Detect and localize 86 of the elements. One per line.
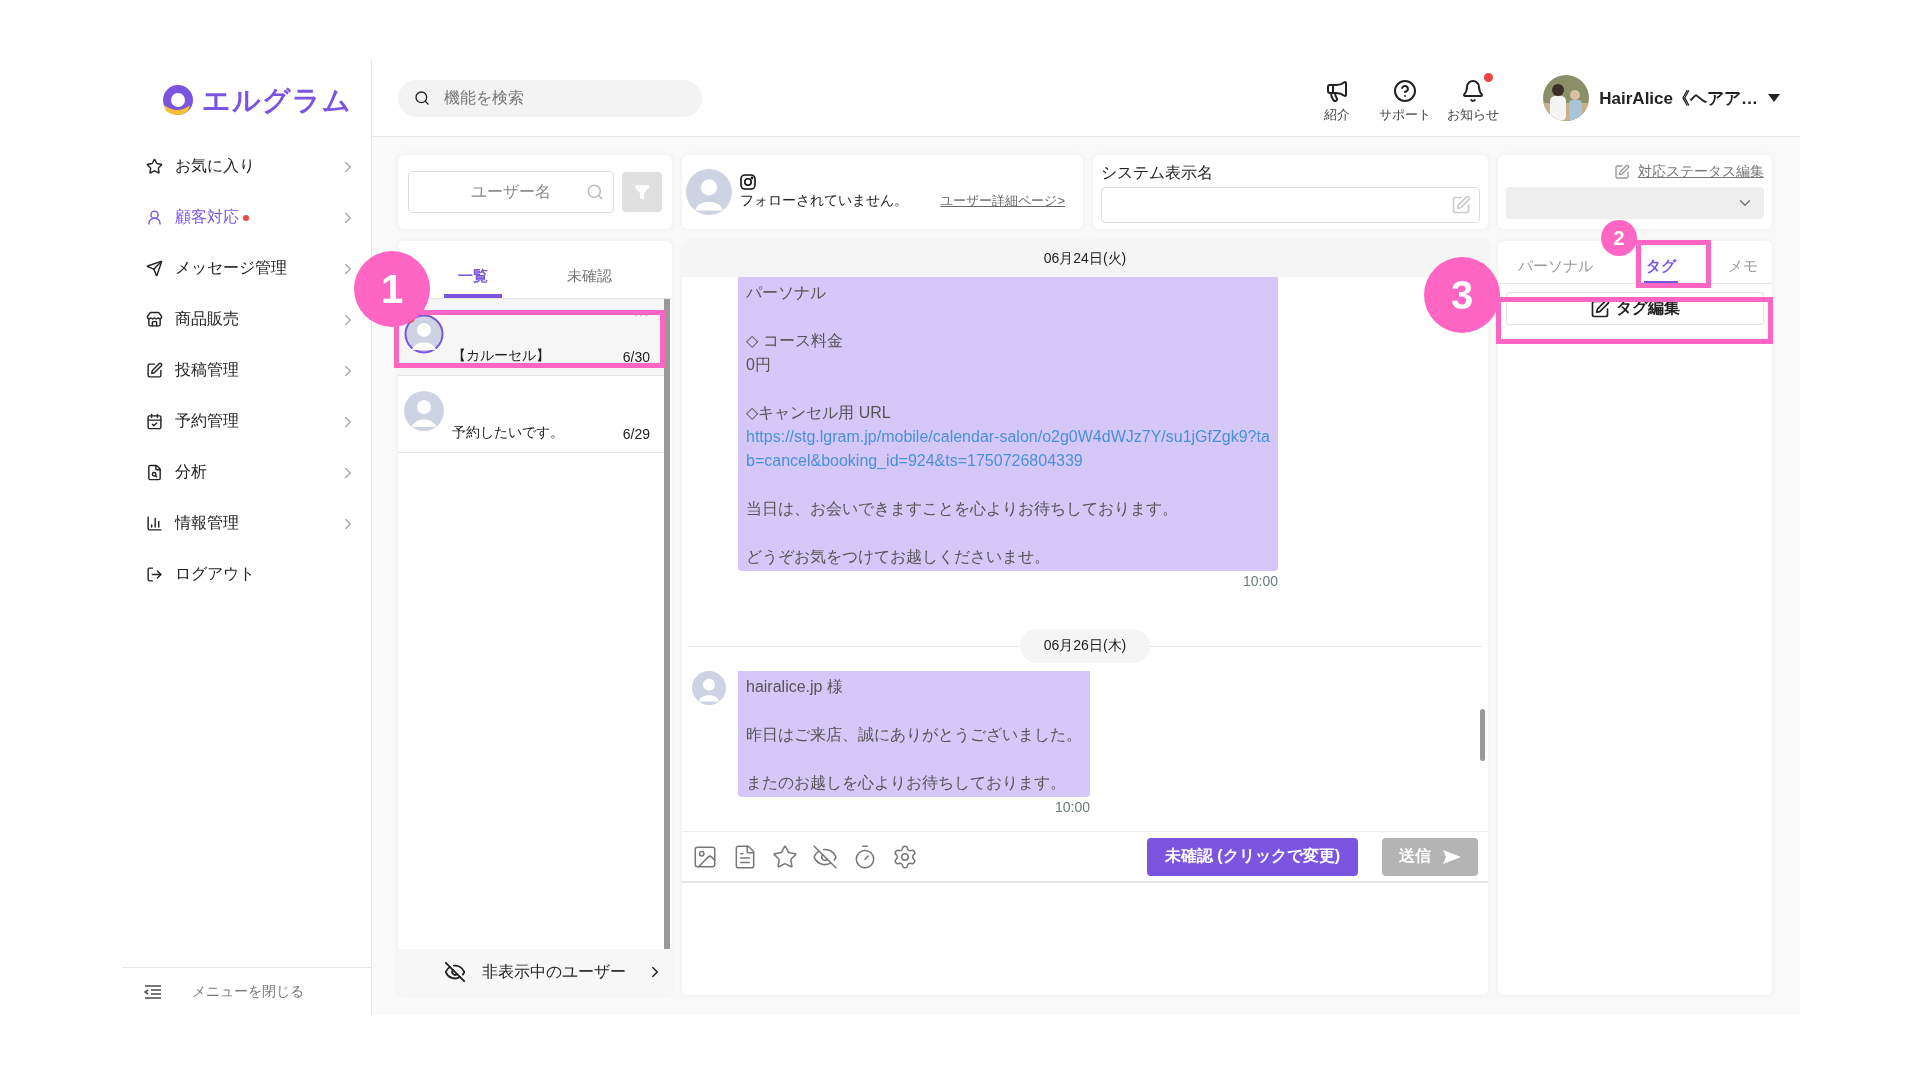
action-icon	[1393, 78, 1418, 103]
menu-label: お気に入り	[175, 156, 255, 176]
follow-status: フォローされていません。	[740, 192, 908, 210]
message-time: 10:00	[1242, 573, 1278, 589]
message-text: ◇キャンセル用 URL	[746, 403, 892, 423]
search-icon	[586, 183, 604, 201]
date-chip: 06月26日(木)	[1019, 629, 1151, 663]
action-label: サポート	[1379, 105, 1432, 124]
header-action[interactable]: お知らせ	[1439, 72, 1508, 124]
sidebar-item[interactable]: 顧客対応	[122, 192, 371, 243]
avatar-icon	[692, 671, 726, 705]
date-bar: 06月24日(火)	[682, 241, 1488, 277]
sidebar-item[interactable]: ログアウト	[122, 549, 371, 600]
message-text: どうぞお気をつけてお越しくださいませ。	[746, 547, 1051, 567]
eye-off-icon	[444, 961, 466, 983]
menu-icon	[146, 260, 163, 277]
action-label: お知らせ	[1447, 105, 1500, 124]
message-input[interactable]	[682, 883, 1488, 995]
message-text: ◇ コース料金 0円	[746, 331, 844, 375]
sidebar-item[interactable]: 投稿管理	[122, 345, 371, 396]
caret-icon	[1768, 94, 1780, 102]
message-text: 当日は、お会いできますことを心よりお待ちしております。	[746, 499, 1179, 519]
menu-icon	[146, 515, 163, 532]
edit-icon	[1451, 195, 1471, 215]
user-detail-link[interactable]: ユーザー詳細ページ>	[940, 192, 1065, 210]
message-text: またのお越しを心よりお待ちしております。	[746, 773, 1067, 793]
menu-label: ログアウト	[175, 564, 255, 584]
avatar-icon	[404, 314, 444, 354]
status-button[interactable]: 未確認 (クリックで変更)	[1146, 837, 1358, 876]
search-field[interactable]: 機能を検索	[398, 79, 702, 117]
menu-icon	[146, 566, 163, 583]
action-icon	[1325, 78, 1350, 103]
toolbar-icon[interactable]	[812, 843, 838, 870]
status-edit-link[interactable]: 対応ステータス編集	[1614, 163, 1764, 181]
menu-label: 情報管理	[175, 513, 239, 533]
conversation-item[interactable]: 予約したいです。 6/29	[398, 376, 664, 453]
menu-label: 顧客対応	[175, 207, 239, 227]
sidebar-item[interactable]: お気に入り	[122, 141, 371, 192]
message-date: 6/30	[622, 349, 650, 365]
menu-icon	[146, 464, 163, 481]
collapse-menu-button[interactable]: メニューを閉じる	[122, 967, 371, 1015]
message-date: 6/29	[622, 426, 650, 442]
menu-label: メッセージ管理	[175, 258, 287, 278]
filter-icon	[634, 184, 650, 200]
search-icon	[414, 89, 430, 106]
action-icon	[1461, 78, 1486, 103]
menu-icon	[146, 209, 163, 226]
menu-icon	[146, 362, 163, 379]
message-preview: 予約したいです。	[452, 424, 565, 442]
account-name: HairAlice《ヘアア…	[1599, 87, 1758, 110]
avatar-icon	[404, 391, 444, 431]
sidebar-item[interactable]: 予約管理	[122, 396, 371, 447]
menu-icon	[146, 158, 163, 175]
avatar-icon	[686, 169, 732, 215]
message-time: 10:00	[1054, 799, 1090, 815]
action-label: 紹介	[1324, 105, 1351, 124]
menu-label: 投稿管理	[175, 360, 239, 380]
instagram-icon	[740, 174, 756, 190]
toolbar-icon[interactable]	[692, 843, 718, 870]
sidebar-item[interactable]: 情報管理	[122, 498, 371, 549]
edit-icon	[1614, 164, 1630, 180]
panel-tab[interactable]: タグ	[1643, 257, 1678, 283]
scrollbar-thumb[interactable]	[1480, 709, 1485, 761]
message-text: hairalice.jp 様	[746, 677, 844, 697]
toolbar-icon[interactable]	[892, 843, 918, 870]
sidebar-item[interactable]: 分析	[122, 447, 371, 498]
header-action[interactable]: サポート	[1371, 72, 1440, 124]
menu-icon	[146, 311, 163, 328]
message-text: 昨日はご来店、誠にありがとうございました。	[746, 725, 1082, 745]
send-icon	[1443, 849, 1461, 864]
toolbar-icon[interactable]	[772, 843, 798, 870]
field-label: システム表示名	[1101, 163, 1214, 183]
message-preview: 【カルーセル】	[452, 347, 551, 365]
brand-name: エルグラム	[202, 83, 352, 118]
collapse-icon	[144, 984, 162, 999]
account-menu[interactable]: HairAlice《ヘアア…	[1543, 75, 1780, 121]
system-name-field[interactable]	[1101, 187, 1480, 223]
menu-icon	[146, 413, 163, 430]
list-tab[interactable]: 未確認	[553, 267, 627, 298]
message-text: パーソナル	[746, 283, 827, 303]
header-action[interactable]: 紹介	[1303, 72, 1372, 124]
menu-label: 分析	[175, 462, 207, 482]
hidden-users-link[interactable]: 非表示中のユーザー	[398, 949, 672, 995]
user-search-field[interactable]: ユーザー名	[408, 171, 614, 213]
menu-label: 予約管理	[175, 411, 239, 431]
menu-label: 商品販売	[175, 309, 239, 329]
